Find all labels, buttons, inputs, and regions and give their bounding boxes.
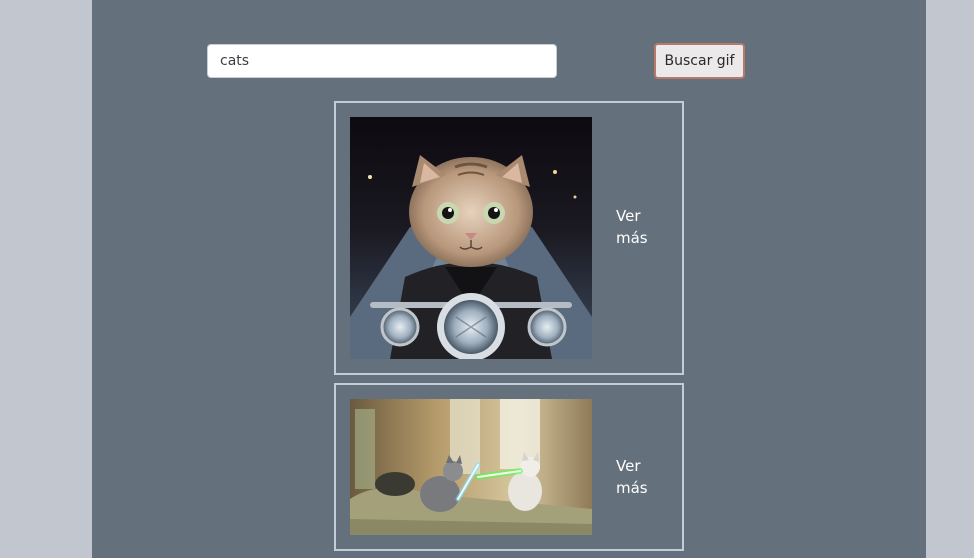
ver-mas-line1: Ver	[616, 207, 641, 225]
ver-mas-link[interactable]: Ver más	[616, 455, 666, 499]
ver-mas-link[interactable]: Ver más	[616, 205, 666, 249]
search-input[interactable]	[207, 44, 557, 78]
gif-image-cat-motorcycle	[350, 117, 592, 359]
gif-result-card: Ver más	[334, 101, 684, 375]
ver-mas-line2: más	[616, 479, 648, 497]
search-button[interactable]: Buscar gif	[654, 43, 745, 79]
ver-mas-line1: Ver	[616, 457, 641, 475]
ver-mas-line2: más	[616, 229, 648, 247]
gif-result-card: Ver más	[334, 383, 684, 551]
gif-image-cats-lightsaber	[350, 399, 592, 535]
